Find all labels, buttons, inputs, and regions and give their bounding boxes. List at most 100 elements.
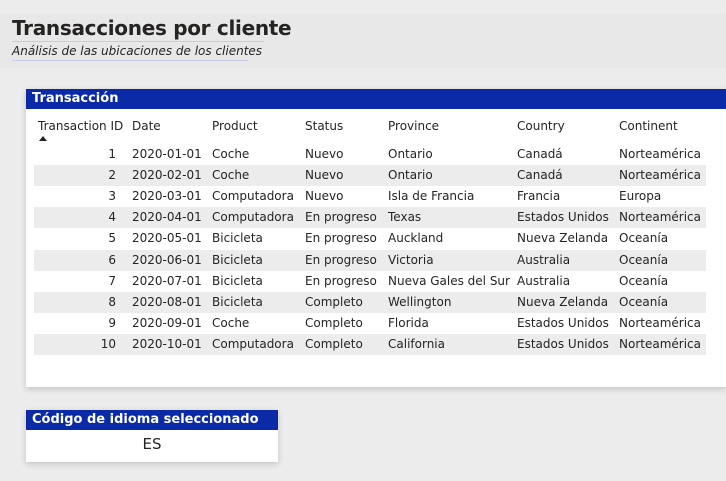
cell-continent: Oceanía: [619, 294, 669, 309]
cell-status: Nuevo: [305, 189, 344, 204]
cell-status: En progreso: [305, 231, 377, 246]
cell-continent: Norteamérica: [619, 210, 701, 225]
table-row[interactable]: 5 2020-05-01 Bicicleta En progreso Auckland N…: [34, 228, 706, 249]
column-header-continent[interactable]: Continent: [619, 119, 678, 133]
cell-continent: Oceanía: [619, 252, 669, 267]
cell-transaction-id: 8: [108, 294, 116, 309]
cell-transaction-id: 1: [108, 147, 116, 161]
column-header-province[interactable]: Province: [388, 119, 439, 133]
subtitle-underline: [12, 60, 248, 61]
cell-product: Bicicleta: [212, 231, 263, 246]
cell-country: Estados Unidos: [517, 315, 609, 330]
cell-transaction-id: 6: [108, 252, 116, 267]
column-header-status[interactable]: Status: [305, 119, 343, 133]
cell-country: Canadá: [517, 147, 563, 161]
cell-product: Bicicleta: [212, 294, 263, 309]
cell-transaction-id: 9: [108, 315, 116, 330]
language-card-title: Código de idioma seleccionado: [32, 412, 259, 427]
cell-status: Completo: [305, 315, 363, 330]
cell-continent: Norteamérica: [619, 168, 701, 183]
cell-date: 2020-06-01: [132, 252, 202, 267]
cell-product: Bicicleta: [212, 252, 263, 267]
cell-transaction-id: 7: [108, 273, 116, 288]
cell-product: Coche: [212, 147, 250, 161]
cell-continent: Europa: [619, 189, 662, 204]
table-title: Transacción: [32, 91, 119, 106]
language-code-card: Código de idioma seleccionado ES: [26, 410, 278, 462]
cell-continent: Norteamérica: [619, 315, 701, 330]
cell-status: Nuevo: [305, 147, 344, 161]
cell-country: Estados Unidos: [517, 336, 609, 351]
table-header: Transaction ID Date Product Status Provi…: [26, 116, 726, 144]
cell-transaction-id: 3: [108, 189, 116, 204]
cell-status: En progreso: [305, 252, 377, 267]
cell-province: Texas: [388, 210, 422, 225]
cell-province: Victoria: [388, 252, 434, 267]
cell-country: Nueva Zelanda: [517, 294, 609, 309]
cell-continent: Oceanía: [619, 231, 669, 246]
cell-transaction-id: 5: [108, 231, 116, 246]
cell-continent: Norteamérica: [619, 336, 701, 351]
cell-product: Bicicleta: [212, 273, 263, 288]
cell-date: 2020-04-01: [132, 210, 202, 225]
cell-status: Completo: [305, 336, 363, 351]
transactions-table-visual[interactable]: Transacción Transaction ID Date Product …: [26, 89, 726, 387]
table-row[interactable]: 7 2020-07-01 Bicicleta En progreso Nueva Gal…: [34, 271, 706, 292]
table-row[interactable]: 4 2020-04-01 Computadora En progreso Texas Es…: [34, 207, 706, 229]
cell-transaction-id: 4: [108, 210, 116, 225]
cell-status: Nuevo: [305, 168, 344, 183]
cell-continent: Norteamérica: [619, 147, 701, 161]
cell-date: 2020-10-01: [132, 336, 202, 351]
table-row[interactable]: 10 2020-10-01 Computadora Completo Californi…: [34, 333, 706, 355]
cell-province: Isla de Francia: [388, 189, 475, 204]
column-header-product[interactable]: Product: [212, 119, 258, 133]
cell-product: Computadora: [212, 210, 294, 225]
language-card-title-bar: Código de idioma seleccionado: [26, 410, 278, 430]
cell-province: Wellington: [388, 294, 452, 309]
table-row[interactable]: 6 2020-06-01 Bicicleta En progreso Victoria A…: [34, 249, 706, 271]
cell-date: 2020-08-01: [132, 294, 202, 309]
table-row[interactable]: 9 2020-09-01 Coche Completo Florida Estados U…: [34, 313, 706, 334]
cell-country: Canadá: [517, 168, 563, 183]
cell-continent: Oceanía: [619, 273, 669, 288]
cell-date: 2020-05-01: [132, 231, 202, 246]
cell-date: 2020-09-01: [132, 315, 202, 330]
table-row[interactable]: 3 2020-03-01 Computadora Nuevo Isla de Franc…: [34, 186, 706, 207]
cell-province: Florida: [388, 315, 429, 330]
cell-transaction-id: 2: [108, 168, 116, 183]
cell-province: California: [388, 336, 445, 351]
cell-status: En progreso: [305, 210, 377, 225]
column-header-transaction-id[interactable]: Transaction ID: [38, 119, 123, 133]
cell-transaction-id: 10: [100, 336, 116, 351]
cell-province: Auckland: [388, 231, 444, 246]
cell-date: 2020-03-01: [132, 189, 202, 204]
cell-product: Coche: [212, 168, 250, 183]
column-header-country[interactable]: Country: [517, 119, 565, 133]
cell-date: 2020-07-01: [132, 273, 202, 288]
cell-product: Computadora: [212, 336, 294, 351]
cell-country: Francia: [517, 189, 561, 204]
cell-country: Australia: [517, 273, 571, 288]
title-underline: [12, 41, 264, 42]
cell-status: Completo: [305, 294, 363, 309]
language-code-value: ES: [142, 435, 162, 453]
table-title-bar: Transacción: [26, 89, 726, 109]
cell-date: 2020-01-01: [132, 147, 202, 161]
page-title: Transacciones por cliente: [12, 16, 292, 40]
column-header-date[interactable]: Date: [132, 119, 161, 133]
table-row[interactable]: 2 2020-02-01 Coche Nuevo Ontario Canadá Nortea…: [34, 165, 706, 187]
cell-country: Estados Unidos: [517, 210, 609, 225]
table-row[interactable]: 8 2020-08-01 Bicicleta Completo Wellington Nu…: [34, 291, 706, 313]
cell-status: En progreso: [305, 273, 377, 288]
cell-country: Nueva Zelanda: [517, 231, 609, 246]
cell-province: Nueva Gales del Sur: [388, 273, 510, 288]
cell-province: Ontario: [388, 147, 433, 161]
table-row[interactable]: 1 2020-01-01 Coche Nuevo Ontario Canadá Nortea…: [34, 144, 706, 165]
cell-product: Computadora: [212, 189, 294, 204]
cell-province: Ontario: [388, 168, 433, 183]
cell-date: 2020-02-01: [132, 168, 202, 183]
sort-ascending-icon: [39, 136, 47, 141]
page-subtitle: Análisis de las ubicaciones de los clien…: [12, 44, 263, 58]
cell-country: Australia: [517, 252, 571, 267]
cell-product: Coche: [212, 315, 250, 330]
